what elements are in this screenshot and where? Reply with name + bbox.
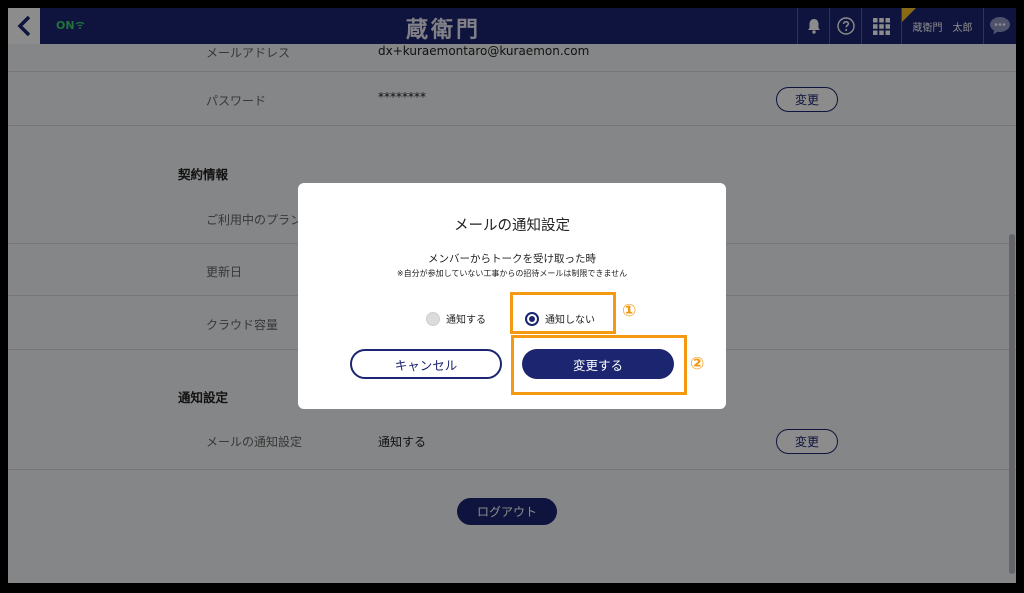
- dialog-note: ※自分が参加していない工事からの招待メールは制限できません: [396, 269, 628, 278]
- radio-unselected-icon: [426, 311, 440, 326]
- step-number-2: ②: [690, 354, 705, 374]
- dialog-title: メールの通知設定: [454, 218, 570, 234]
- dialog-subtitle: メンバーからトークを受け取った時: [428, 253, 596, 265]
- highlight-box-step2: [511, 335, 687, 395]
- step-number-1: ①: [622, 301, 637, 321]
- cancel-button[interactable]: キャンセル: [350, 349, 502, 379]
- highlight-box-step1: [510, 292, 616, 334]
- radio-notify-on[interactable]: 通知する: [426, 311, 486, 326]
- radio-notify-on-label: 通知する: [446, 315, 486, 326]
- app-window: ON 蔵衛門 蔵衛門 太郎 メールアドレス dx+kuraemontaro@ku…: [8, 8, 1016, 583]
